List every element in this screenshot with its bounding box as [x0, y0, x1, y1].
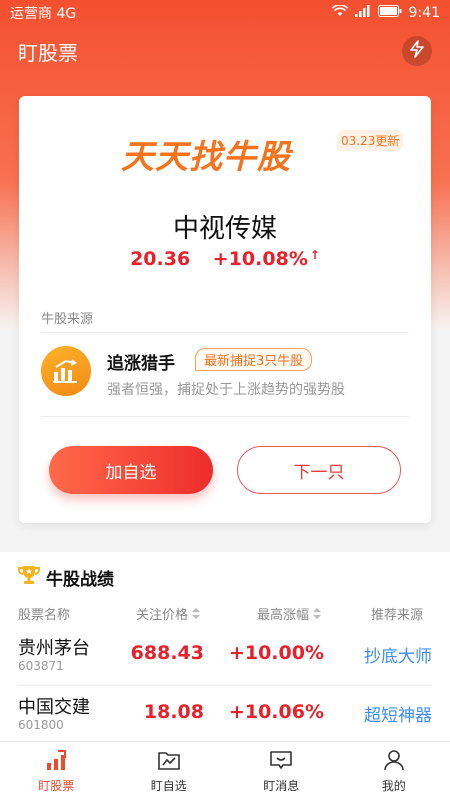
performance-section: 牛股战绩 股票名称 关注价格 最高涨幅 推荐来源 贵州茅台 603871 688… [0, 552, 450, 742]
column-header-price[interactable]: 关注价格 [136, 604, 201, 623]
row-source-link[interactable]: 超短神器 [312, 701, 432, 726]
column-header-label: 最高涨幅 [257, 608, 310, 623]
source-description: 强者恒强，捕捉处于上涨趋势的强势股 [107, 382, 345, 398]
app-header: 盯股票 [0, 26, 450, 76]
update-badge: 03.23更新 [337, 130, 404, 151]
sort-icon [188, 608, 201, 623]
stock-price: 20.36 [130, 248, 191, 270]
wifi-icon [331, 4, 348, 21]
status-bar: 运营商 4G 9:41 [0, 0, 450, 26]
flash-icon [408, 40, 426, 62]
source-name: 追涨猎手 [107, 354, 175, 374]
column-header-source: 推荐来源 [371, 608, 424, 623]
tab-messages[interactable]: 盯消息 [225, 742, 338, 800]
tab-label: 盯消息 [263, 778, 300, 793]
chart-folder-icon [157, 749, 181, 775]
tab-label: 我的 [381, 778, 406, 793]
stock-pick-card: 天天找牛股 03.23更新 中视传媒 20.36 +10.08% ↑ 牛股来源 追… [19, 96, 431, 523]
divider [41, 416, 409, 417]
tab-profile[interactable]: 我的 [338, 742, 450, 800]
add-watchlist-button[interactable]: 加自选 [49, 446, 213, 494]
up-arrow-icon: ↑ [309, 248, 320, 262]
status-indicators: 9:41 [331, 4, 440, 21]
tab-watchlist[interactable]: 盯自选 [113, 742, 226, 800]
rising-chart-icon [41, 346, 91, 396]
trophy-icon [18, 564, 40, 590]
column-header-label: 关注价格 [136, 608, 189, 623]
table-row[interactable]: 贵州茅台 603871 688.43 +10.00% 抄底大师 [0, 628, 450, 684]
performance-header: 牛股战绩 [18, 564, 114, 590]
performance-title: 牛股战绩 [46, 569, 114, 590]
column-header-name: 股票名称 [18, 608, 71, 623]
user-icon [382, 749, 406, 775]
tab-label: 盯自选 [150, 778, 187, 793]
battery-icon [377, 5, 402, 21]
row-max-rise: +10.00% [228, 642, 324, 664]
next-stock-button[interactable]: 下一只 [237, 446, 401, 494]
brand-logo: 天天找牛股 [121, 137, 291, 176]
carrier-label: 运营商 4G [10, 6, 77, 22]
trend-bars-icon [44, 749, 68, 775]
tab-label: 盯股票 [38, 778, 75, 793]
page-title: 盯股票 [18, 40, 78, 65]
row-stock-code: 601800 [18, 718, 64, 732]
flash-button[interactable] [402, 36, 432, 66]
row-stock-name: 中国交建 [18, 697, 90, 718]
column-header-rise[interactable]: 最高涨幅 [257, 604, 322, 623]
clock-label: 9:41 [408, 5, 440, 21]
brand-row: 天天找牛股 03.23更新 [19, 126, 431, 176]
row-divider [18, 685, 432, 686]
row-stock-code: 603871 [18, 659, 64, 673]
row-stock-name: 贵州茅台 [18, 638, 90, 659]
row-max-rise: +10.06% [228, 701, 324, 723]
signal-icon [354, 5, 371, 21]
source-tag: 最新捕捉3只牛股 [195, 348, 313, 371]
tab-watch-stocks[interactable]: 盯股票 [0, 742, 113, 800]
bottom-tab-bar: 盯股票 盯自选 盯消息 我的 [0, 741, 450, 800]
message-icon [269, 749, 293, 775]
divider [41, 332, 409, 333]
table-row[interactable]: 中国交建 601800 18.08 +10.06% 超短神器 [0, 687, 450, 743]
row-source-link[interactable]: 抄底大师 [312, 642, 432, 667]
stock-name: 中视传媒 [172, 214, 277, 244]
price-row: 20.36 +10.08% ↑ [19, 248, 431, 270]
source-label: 牛股来源 [41, 312, 94, 327]
stock-change: +10.08% [212, 248, 308, 270]
sort-icon [309, 608, 322, 623]
